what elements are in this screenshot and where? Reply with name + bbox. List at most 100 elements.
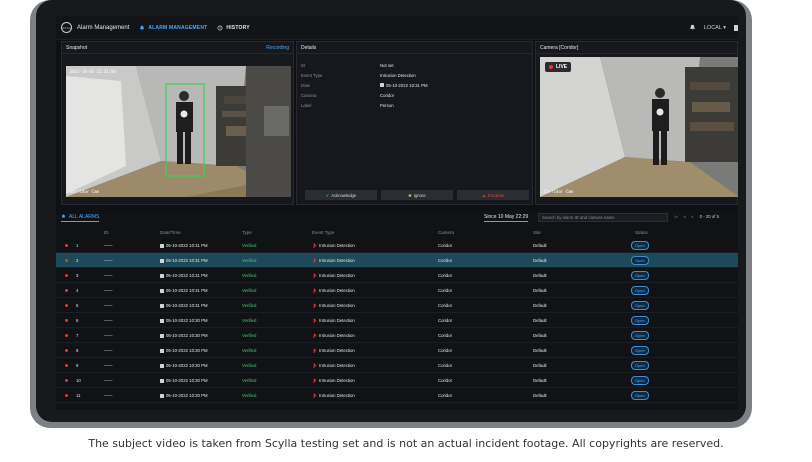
notifications-icon[interactable]	[689, 24, 696, 31]
first-page-icon[interactable]: |◂	[674, 214, 677, 220]
open-status-button[interactable]: Open	[631, 331, 649, 340]
snapshot-scene	[66, 66, 291, 197]
table-row[interactable]: 2 —— 05-10-2022 10:31 PM Verified Intrusion …	[56, 253, 738, 268]
calendar-icon	[380, 83, 384, 87]
alarm-status: Open	[631, 283, 649, 298]
alarm-datetime: 05-10-2022 10:31 PM	[160, 253, 208, 268]
intrusion-icon	[313, 333, 317, 338]
row-index: 5	[76, 303, 79, 308]
live-badge: LIVE	[545, 62, 572, 72]
alarm-datetime: 05-10-2022 10:30 PM	[160, 343, 208, 358]
open-status-button[interactable]: Open	[631, 256, 649, 265]
column-header-camera[interactable]: Camera	[438, 227, 454, 237]
alarm-event-type: Intrusion Detection	[312, 298, 355, 313]
alarms-toolbar: ALL ALARMS Since 10 May 22:29 Search by …	[56, 211, 738, 223]
open-status-button[interactable]: Open	[631, 361, 649, 370]
alarm-event-type: Intrusion Detection	[312, 268, 355, 283]
alarm-datetime: 05-10-2022 10:30 PM	[160, 328, 208, 343]
row-index: 1	[76, 243, 79, 248]
alarm-search-input[interactable]: Search by alarm ID and camera name	[538, 213, 668, 222]
live-camera-panel: Camera [Coridor] LIVE Corridor Cam	[535, 41, 738, 205]
alarm-event-type: Intrusion Detection	[312, 343, 355, 358]
escalate-button[interactable]: ▲ Escalate	[457, 190, 529, 200]
column-header-event-type[interactable]: Event Type	[312, 227, 334, 237]
tab-all-alarms[interactable]: ALL ALARMS	[61, 212, 100, 222]
calendar-icon	[160, 393, 164, 398]
bell-icon	[61, 214, 66, 218]
column-header-status[interactable]: Status	[635, 227, 648, 237]
alarm-event-type: Intrusion Detection	[312, 358, 355, 373]
table-row[interactable]: 7 —— 05-10-2022 10:30 PM Verified Intrusion …	[56, 328, 738, 343]
open-status-button[interactable]: Open	[631, 271, 649, 280]
live-dot-icon	[549, 65, 553, 69]
intrusion-icon	[313, 273, 317, 278]
live-header: Camera [Coridor]	[536, 42, 737, 54]
alarm-datetime: 05-10-2022 10:31 PM	[160, 268, 208, 283]
alarm-id: ——	[104, 303, 113, 308]
column-header-datetime[interactable]: Date/Time	[160, 227, 181, 237]
acknowledge-button[interactable]: ✔ Acknowledge	[305, 190, 377, 200]
overflow-icon[interactable]	[734, 24, 738, 31]
alert-dot-icon	[65, 244, 68, 247]
intrusion-icon	[313, 318, 317, 323]
alarm-type: Verified	[242, 303, 257, 308]
alarm-id: ——	[104, 318, 113, 323]
open-status-button[interactable]: Open	[631, 376, 649, 385]
ignore-button[interactable]: ✱ Ignore	[381, 190, 453, 200]
tab-alarm-management[interactable]: ALARM MANAGEMENT	[139, 25, 207, 31]
prev-page-icon[interactable]: ◂	[683, 214, 685, 220]
details-title: Details	[301, 44, 317, 51]
alarm-id: ——	[104, 243, 113, 248]
table-row[interactable]: 9 —— 05-10-2022 10:30 PM Verified Intrusion …	[56, 358, 738, 373]
open-status-button[interactable]: Open	[631, 316, 649, 325]
table-row[interactable]: 3 —— 05-10-2022 10:31 PM Verified Intrusion …	[56, 268, 738, 283]
alarm-type: Verified	[242, 243, 257, 248]
intrusion-icon	[313, 303, 317, 308]
table-row[interactable]: 11 —— 05-10-2022 10:30 PM Verified Intrusion…	[56, 388, 738, 403]
row-index: 9	[76, 363, 79, 368]
snapshot-image[interactable]: 2022-10-05 22:31:04 Corridor Cam	[66, 66, 291, 197]
alarm-id: ——	[104, 378, 113, 383]
alarm-id: ——	[104, 333, 113, 338]
alarm-event-type: Intrusion Detection	[312, 238, 355, 253]
column-header-type[interactable]: Type	[242, 227, 252, 237]
alarm-type: Verified	[242, 393, 257, 398]
action-buttons: ✔ Acknowledge ✱ Ignore ▲ Escalate	[305, 190, 529, 200]
alarm-dot-cell	[65, 268, 68, 283]
open-status-button[interactable]: Open	[631, 346, 649, 355]
open-status-button[interactable]: Open	[631, 286, 649, 295]
column-header-id[interactable]: ID	[104, 227, 109, 237]
detail-date: Date 05-10-2022 10:31 PM	[301, 80, 529, 90]
event-text: Intrusion Detection	[319, 363, 355, 368]
tab-history[interactable]: HISTORY	[217, 25, 250, 31]
next-page-icon[interactable]: ▸	[691, 214, 693, 220]
detail-id: ID Not set	[301, 60, 529, 70]
column-header-site[interactable]: Site	[533, 227, 541, 237]
open-status-button[interactable]: Open	[631, 241, 649, 250]
alert-dot-icon	[65, 394, 68, 397]
event-text: Intrusion Detection	[319, 288, 355, 293]
alarm-event-type: Intrusion Detection	[312, 328, 355, 343]
table-row[interactable]: 6 —— 05-10-2022 10:30 PM Verified Intrusion …	[56, 313, 738, 328]
table-row[interactable]: 4 —— 05-10-2022 10:31 PM Verified Intrusion …	[56, 283, 738, 298]
locale-select[interactable]: LOCAL ▾	[704, 25, 726, 31]
alarm-datetime: 05-10-2022 10:31 PM	[160, 298, 208, 313]
table-row[interactable]: 1 —— 05-10-2022 10:31 PM Verified Intrusion …	[56, 238, 738, 253]
table-row[interactable]: 5 —— 05-10-2022 10:31 PM Verified Intrusion …	[56, 298, 738, 313]
detail-value: Not set	[380, 62, 394, 68]
details-header: Details	[297, 42, 532, 54]
intrusion-icon	[313, 258, 317, 263]
camera-overlay: Corridor Cam	[544, 189, 573, 194]
table-row[interactable]: 10 —— 05-10-2022 10:30 PM Verified Intrusion…	[56, 373, 738, 388]
datetime-text: 05-10-2022 10:30 PM	[166, 318, 208, 323]
alert-dot-icon	[65, 274, 68, 277]
since-filter[interactable]: Since 10 May 22:29	[484, 214, 529, 222]
app-title: Alarm Management	[77, 24, 130, 31]
alarm-dot-cell	[65, 343, 68, 358]
table-row[interactable]: 8 —— 05-10-2022 10:30 PM Verified Intrusion …	[56, 343, 738, 358]
live-video[interactable]: LIVE Corridor Cam	[540, 57, 738, 197]
open-status-button[interactable]: Open	[631, 301, 649, 310]
datetime-text: 05-10-2022 10:30 PM	[166, 378, 208, 383]
alarm-status: Open	[631, 328, 649, 343]
open-status-button[interactable]: Open	[631, 391, 649, 400]
